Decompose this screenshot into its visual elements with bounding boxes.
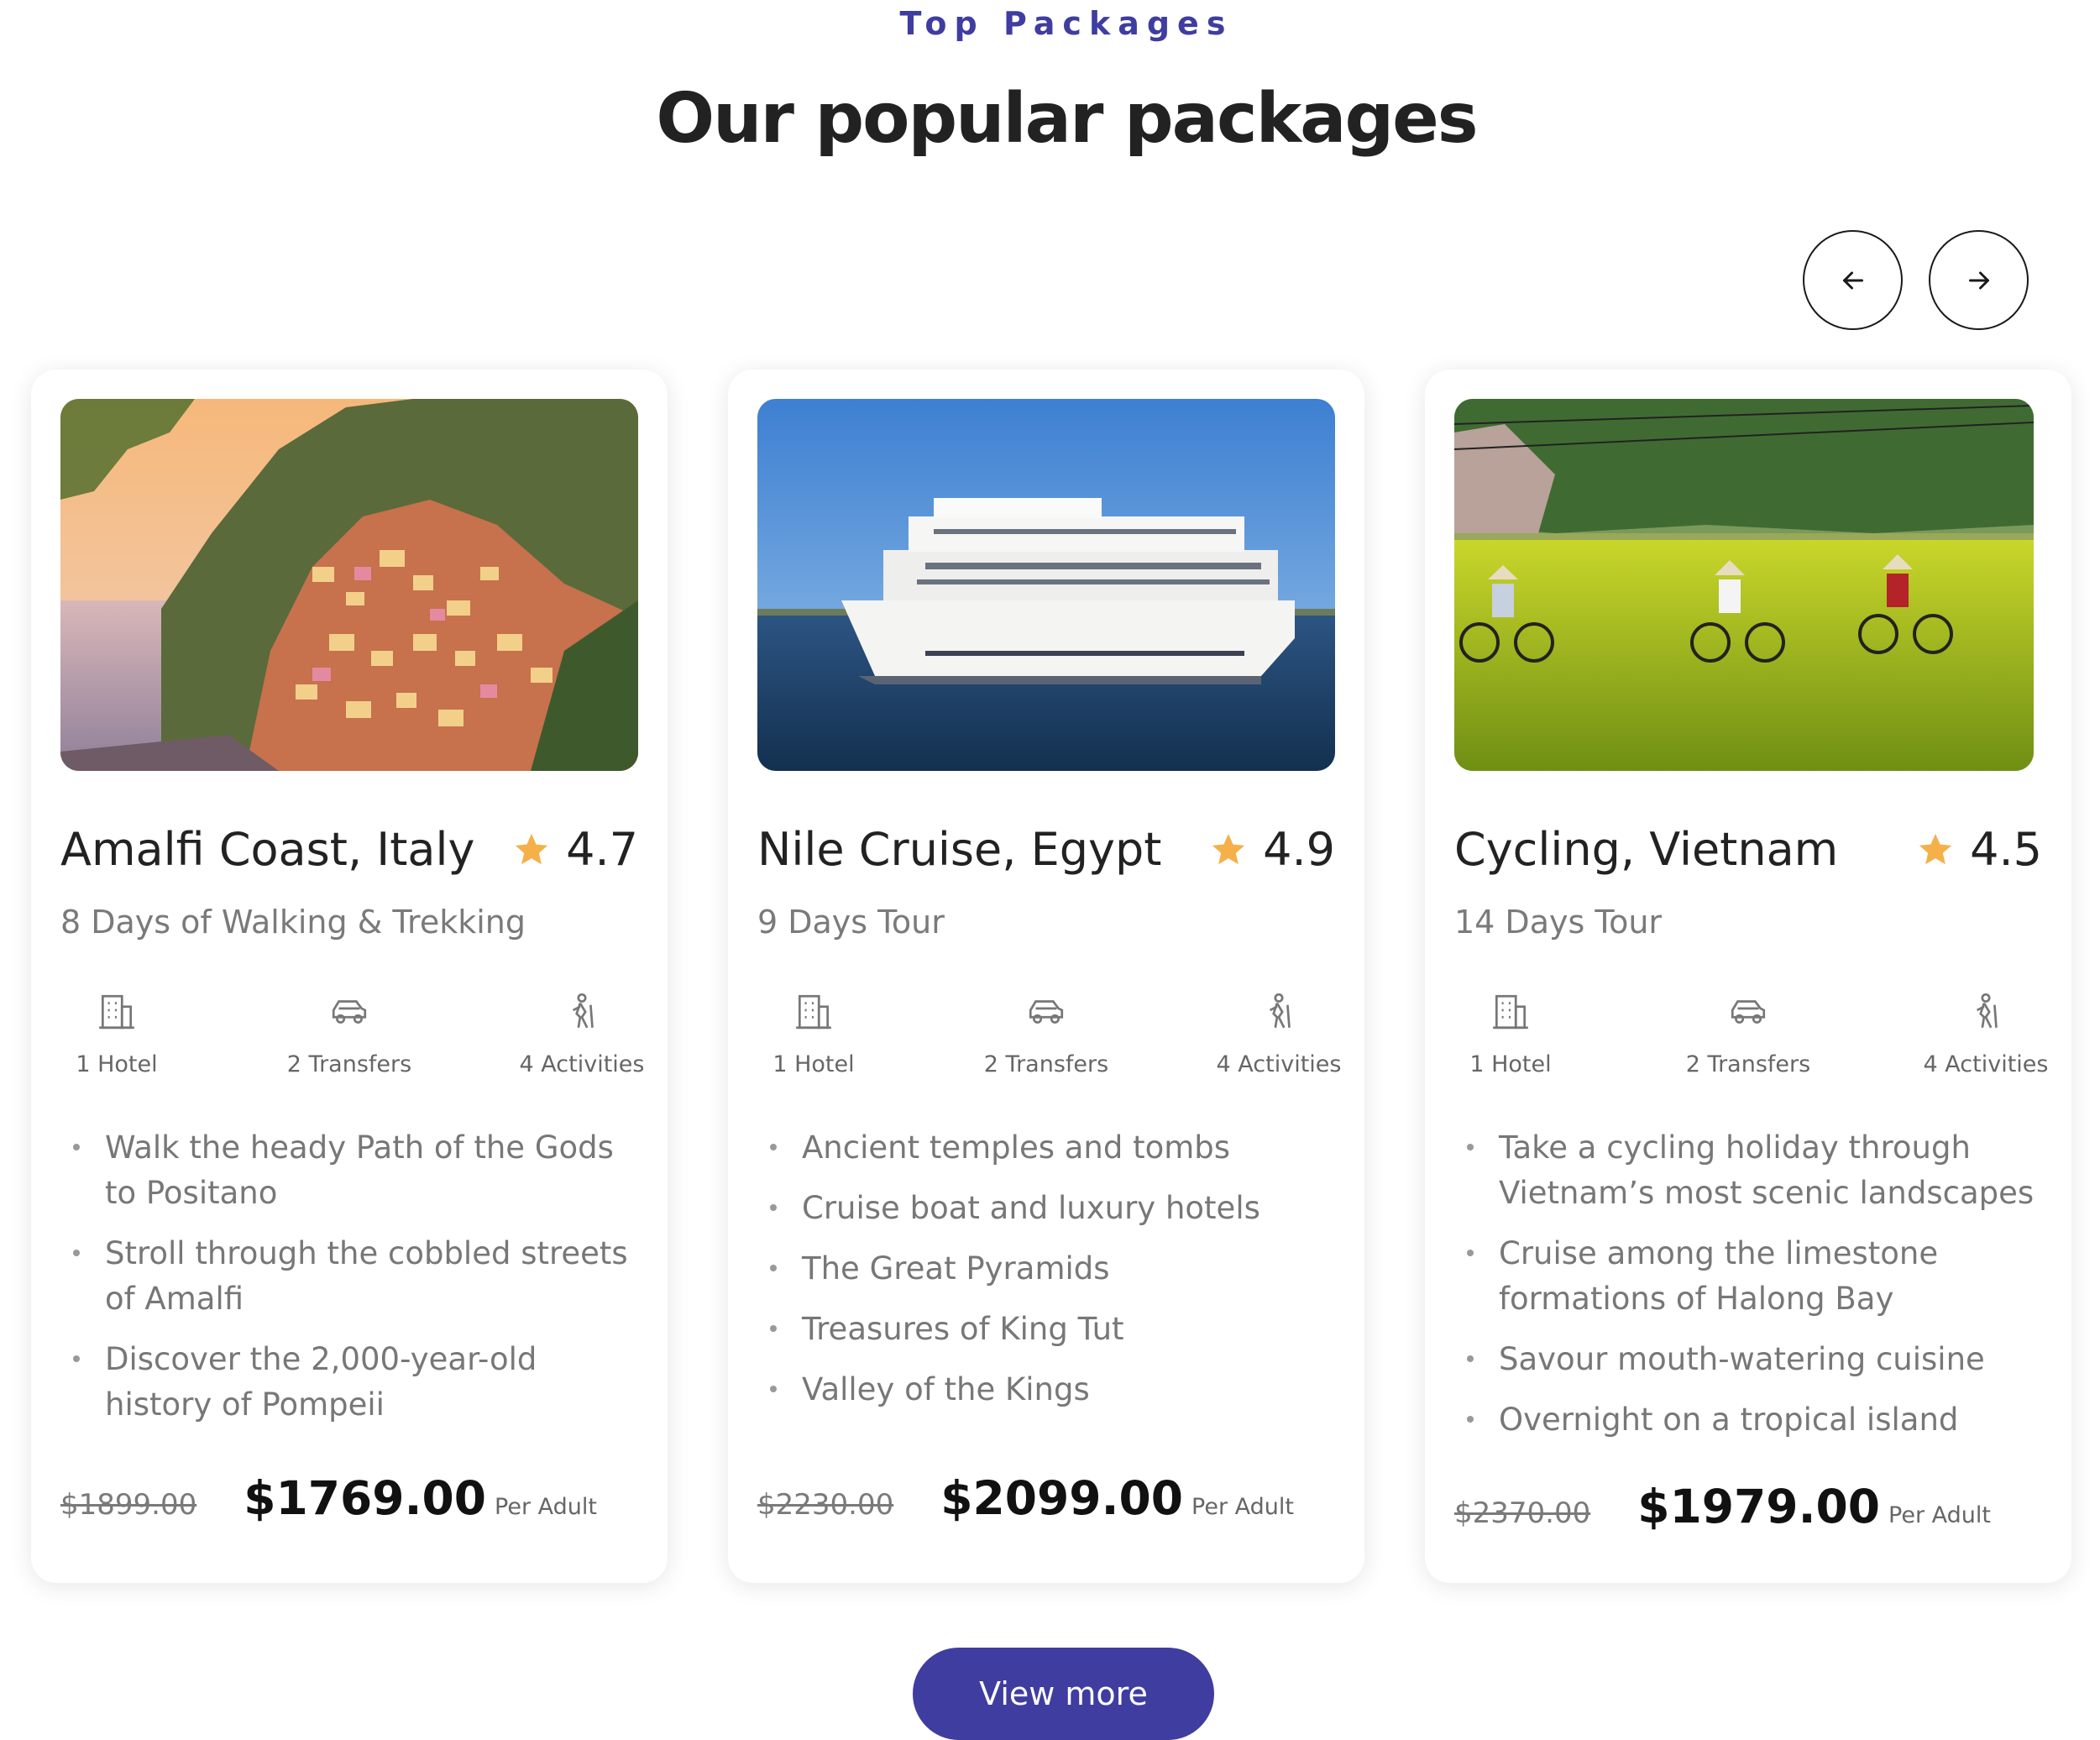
amalfi-coast-photo: [60, 399, 638, 771]
list-item: Walk the heady Path of the Gods to Posit…: [60, 1125, 642, 1216]
package-card[interactable]: Cycling, Vietnam 4.5 14 Days Tour 1 Hote…: [1425, 369, 2071, 1583]
package-features: 1 Hotel 2 Transfers 4 Activities: [1435, 991, 2061, 1080]
feature-label: 4 Activities: [1216, 1051, 1342, 1077]
price-row: $2230.00 $2099.00 Per Adult: [757, 1471, 1294, 1525]
star-icon: [1212, 833, 1245, 865]
nile-cruise-photo: [757, 399, 1335, 771]
package-features: 1 Hotel 2 Transfers 4 Activities: [738, 991, 1354, 1080]
rating-value: 4.5: [1970, 823, 2042, 876]
list-item: Overnight on a tropical island: [1454, 1397, 2046, 1443]
car-icon: [1029, 1000, 1064, 1024]
package-card[interactable]: Amalfi Coast, Italy 4.7 8 Days of Walkin…: [31, 369, 668, 1583]
package-rating: 4.9: [1209, 820, 1335, 879]
package-rating: 4.5: [1916, 820, 2042, 879]
original-price: $1899.00: [60, 1488, 197, 1522]
section-title: Our popular packages: [656, 79, 1478, 159]
package-card[interactable]: Nile Cruise, Egypt 4.9 9 Days Tour 1 Hot…: [728, 369, 1364, 1583]
list-item: Treasures of King Tut: [757, 1307, 1339, 1352]
package-title[interactable]: Amalfi Coast, Italy: [60, 820, 474, 879]
package-highlights: Take a cycling holiday through Vietnam’s…: [1454, 1125, 2046, 1458]
feature-transfers: 2 Transfers: [1673, 991, 1824, 1080]
feature-activities: 4 Activities: [1203, 991, 1354, 1080]
feature-hotel: 1 Hotel: [738, 991, 889, 1080]
sale-price: $1979.00: [1637, 1480, 1881, 1533]
list-item: Savour mouth-watering cuisine: [1454, 1337, 2046, 1382]
feature-hotel: 1 Hotel: [41, 991, 192, 1080]
hotel-icon: [1493, 994, 1528, 1030]
list-item: Stroll through the cobbled streets of Am…: [60, 1231, 642, 1322]
carousel-prev-button[interactable]: [1803, 230, 1903, 330]
package-title[interactable]: Nile Cruise, Egypt: [757, 820, 1161, 879]
feature-transfers: 2 Transfers: [971, 991, 1122, 1080]
rating-value: 4.9: [1263, 823, 1335, 876]
list-item: Cruise among the limestone formations of…: [1454, 1231, 2046, 1322]
feature-label: 4 Activities: [519, 1051, 645, 1077]
hotel-icon: [796, 994, 831, 1030]
arrow-left-icon: [1842, 271, 1863, 289]
package-duration: 14 Days Tour: [1454, 904, 1663, 941]
price-row: $1899.00 $1769.00 Per Adult: [60, 1471, 597, 1525]
feature-label: 2 Transfers: [983, 1051, 1109, 1077]
price-row: $2370.00 $1979.00 Per Adult: [1454, 1480, 1991, 1533]
hotel-icon: [99, 994, 134, 1030]
package-features: 1 Hotel 2 Transfers 4 Activities: [41, 991, 657, 1080]
price-unit: Per Adult: [495, 1494, 597, 1520]
list-item: The Great Pyramids: [757, 1246, 1339, 1292]
sale-price: $2099.00: [940, 1471, 1184, 1525]
view-more-button[interactable]: View more: [913, 1648, 1214, 1740]
feature-transfers: 2 Transfers: [274, 991, 425, 1080]
package-duration: 9 Days Tour: [757, 904, 945, 941]
feature-label: 2 Transfers: [286, 1051, 412, 1077]
car-icon: [1731, 1000, 1766, 1024]
list-item: Valley of the Kings: [757, 1367, 1339, 1412]
hiker-icon: [1976, 993, 1998, 1029]
hiker-icon: [1269, 993, 1291, 1029]
feature-label: 4 Activities: [1923, 1051, 2049, 1077]
list-item: Take a cycling holiday through Vietnam’s…: [1454, 1125, 2046, 1216]
feature-activities: 4 Activities: [1910, 991, 2061, 1080]
arrow-right-icon: [1968, 271, 1989, 289]
rating-value: 4.7: [566, 823, 638, 876]
star-icon: [1919, 833, 1952, 865]
price-unit: Per Adult: [1191, 1494, 1294, 1520]
original-price: $2230.00: [757, 1488, 894, 1522]
feature-activities: 4 Activities: [506, 991, 657, 1080]
package-title[interactable]: Cycling, Vietnam: [1454, 820, 1838, 879]
section-eyebrow: Top Packages: [899, 5, 1233, 42]
feature-label: 2 Transfers: [1685, 1051, 1811, 1077]
feature-label: 1 Hotel: [76, 1051, 158, 1077]
package-highlights: Walk the heady Path of the Gods to Posit…: [60, 1125, 642, 1443]
carousel-next-button[interactable]: [1929, 230, 2029, 330]
list-item: Discover the 2,000-year-old history of P…: [60, 1337, 642, 1428]
price-unit: Per Adult: [1888, 1502, 1991, 1528]
hiker-icon: [572, 993, 594, 1029]
package-highlights: Ancient temples and tombs Cruise boat an…: [757, 1125, 1339, 1428]
car-icon: [332, 1000, 367, 1024]
cycling-vietnam-photo: [1454, 399, 2034, 771]
package-rating: 4.7: [512, 820, 638, 879]
feature-label: 1 Hotel: [1469, 1051, 1552, 1077]
list-item: Ancient temples and tombs: [757, 1125, 1339, 1171]
sale-price: $1769.00: [244, 1471, 487, 1525]
star-icon: [515, 833, 548, 865]
original-price: $2370.00: [1454, 1496, 1591, 1530]
feature-label: 1 Hotel: [772, 1051, 855, 1077]
feature-hotel: 1 Hotel: [1435, 991, 1586, 1080]
list-item: Cruise boat and luxury hotels: [757, 1186, 1339, 1231]
package-duration: 8 Days of Walking & Trekking: [60, 904, 526, 941]
